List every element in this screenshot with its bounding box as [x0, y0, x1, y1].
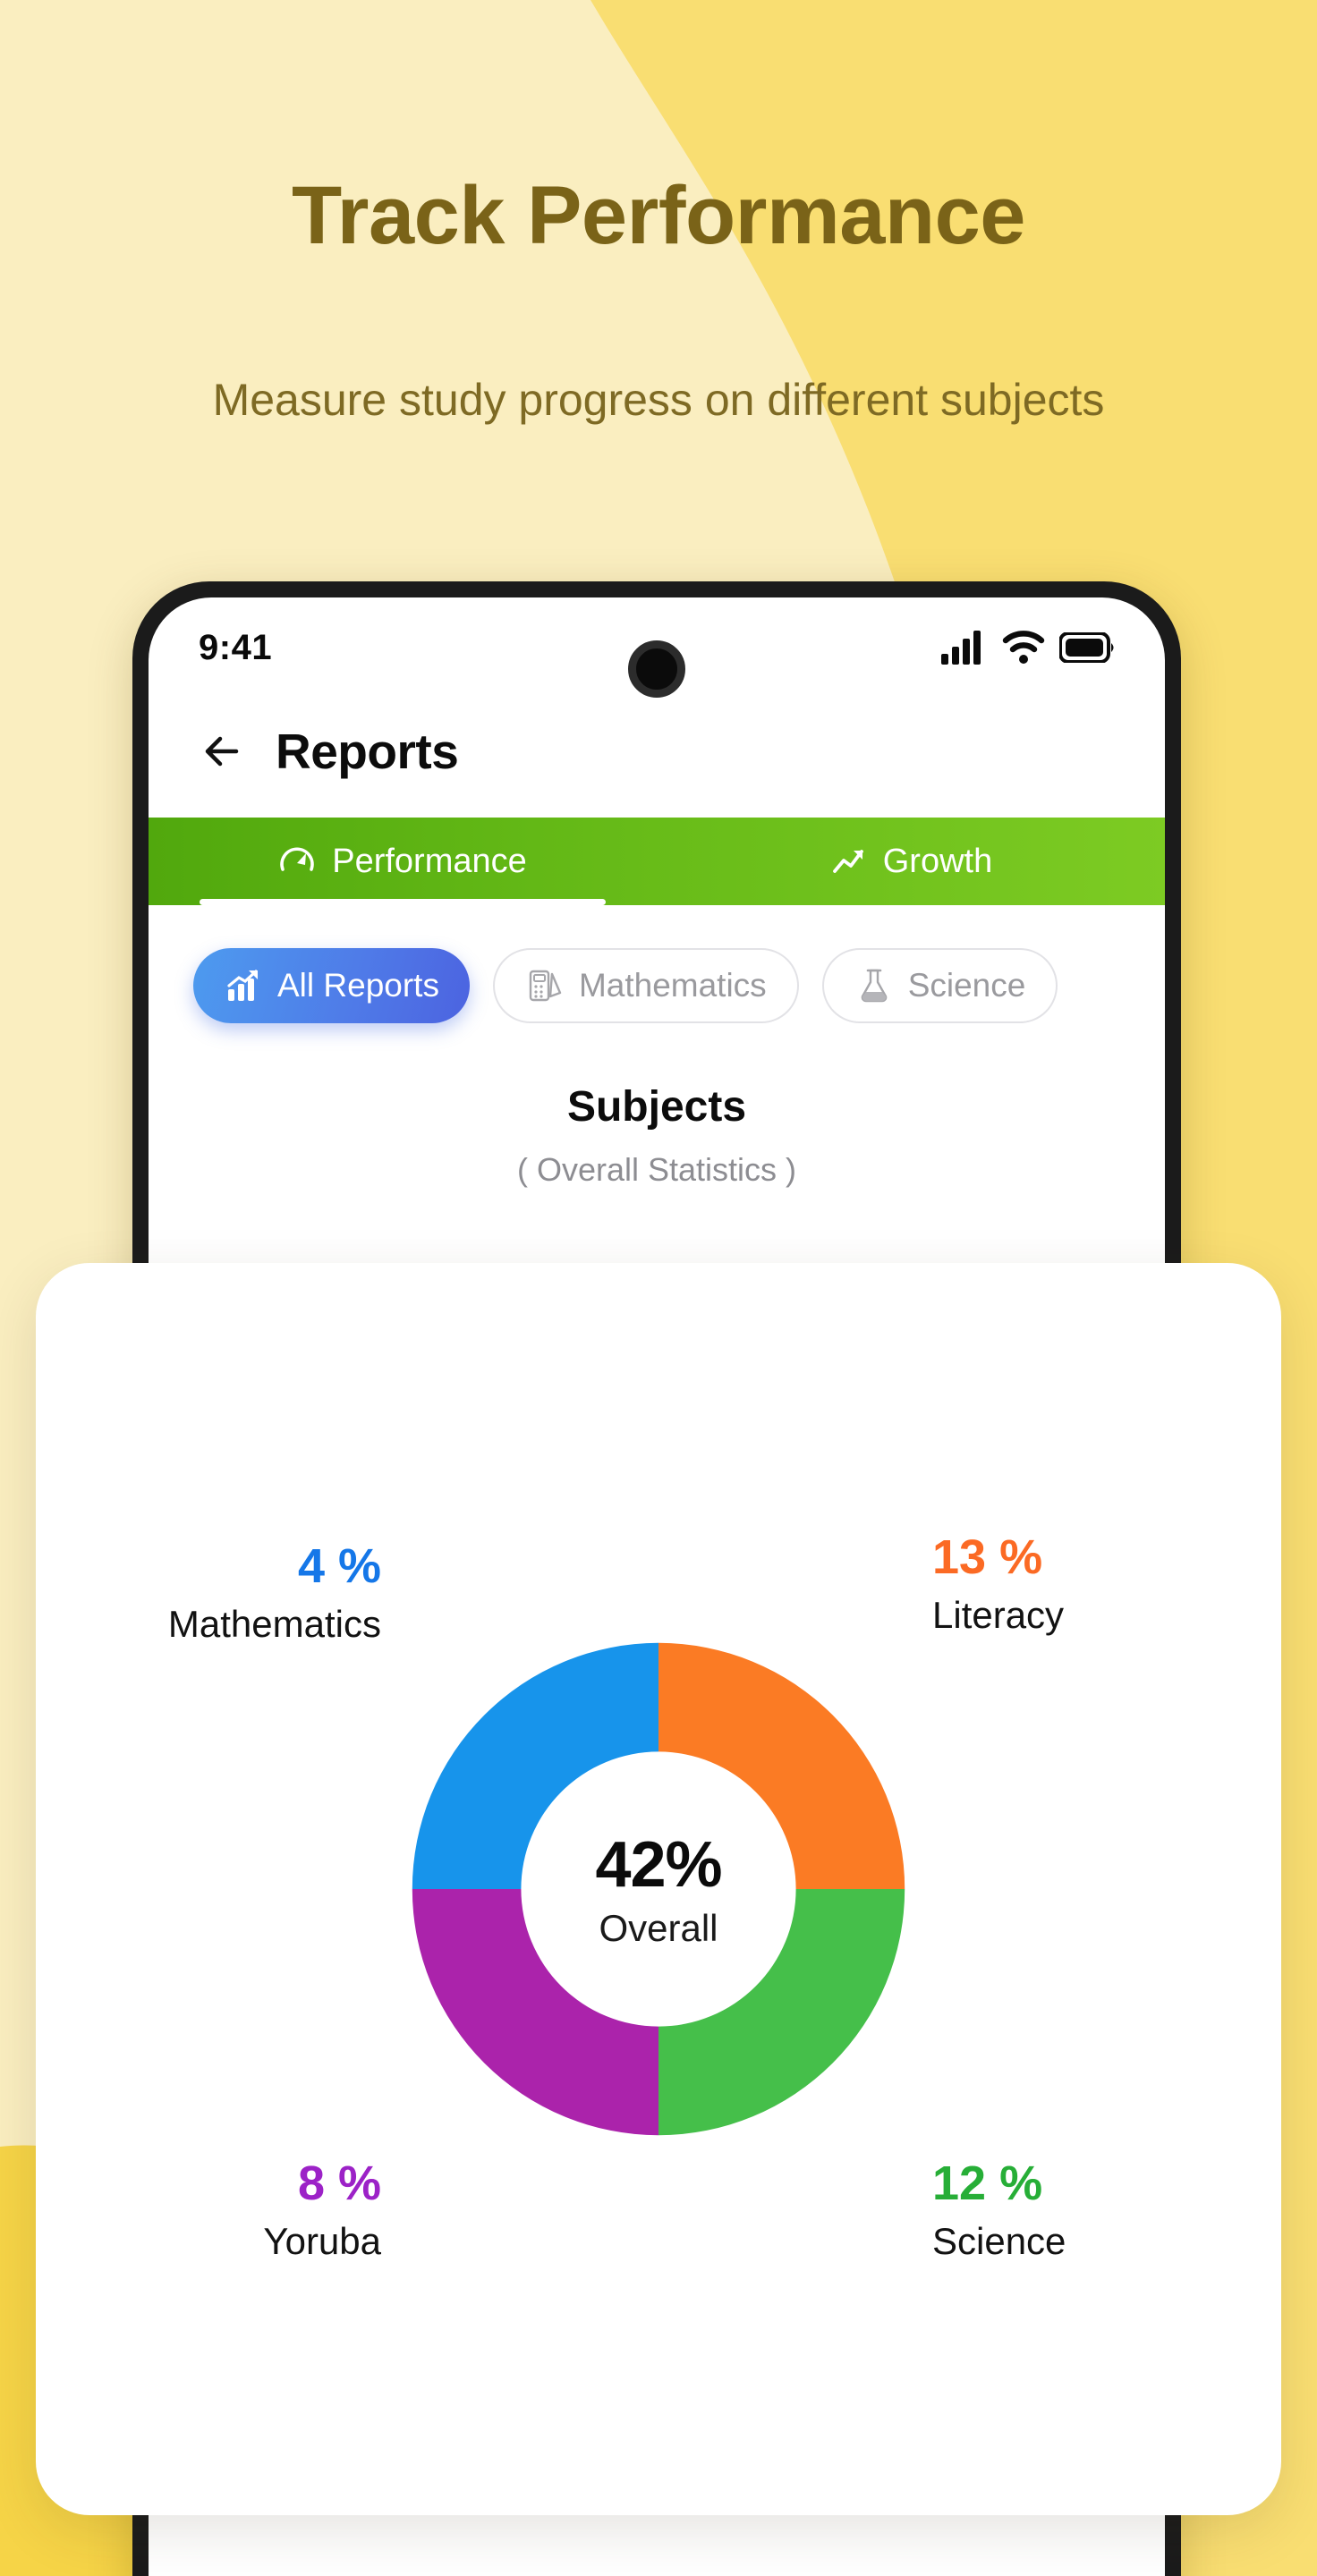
status-bar: 9:41 — [149, 597, 1165, 698]
donut-overall-value: 42% — [595, 1829, 722, 1901]
promo-headline-container: Track Performance — [0, 174, 1317, 257]
tab-growth[interactable]: Growth — [657, 818, 1165, 905]
chip-science[interactable]: Science — [821, 948, 1058, 1023]
donut-overall-label: Overall — [599, 1907, 718, 1949]
subject-filter-chips: All Reports Mathematics Science — [149, 905, 1165, 1023]
calculator-ruler-icon — [529, 970, 562, 1002]
donut-label-mathematics-pct: 4 % — [297, 1539, 381, 1593]
wifi-icon — [1002, 631, 1045, 664]
donut-label-yoruba-name: Yoruba — [263, 2220, 381, 2263]
donut-label-science-name: Science — [932, 2220, 1066, 2263]
subjects-subtitle: ( Overall Statistics ) — [516, 1151, 797, 1188]
promo-headline: Track Performance — [292, 170, 1025, 261]
tab-performance-label: Performance — [332, 842, 527, 880]
chip-all-reports-label: All Reports — [277, 967, 439, 1004]
donut-label-science: 12 % Science — [932, 2157, 1201, 2265]
promo-subheadline-container: Measure study progress on different subj… — [0, 373, 1317, 427]
donut-label-yoruba-pct: 8 % — [297, 2157, 381, 2210]
donut-label-yoruba: 8 % Yoruba — [113, 2157, 381, 2265]
cellular-signal-icon — [941, 631, 981, 665]
report-tab-bar: Performance Growth — [149, 818, 1165, 905]
subjects-title: Subjects — [566, 1083, 747, 1131]
chip-mathematics[interactable]: Mathematics — [492, 948, 799, 1023]
app-bar: Reports — [149, 698, 1165, 818]
battery-full-icon — [1059, 632, 1114, 663]
back-arrow-icon[interactable] — [199, 728, 245, 775]
status-bar-indicators — [941, 631, 1115, 665]
front-camera-punch-hole-icon — [628, 640, 685, 698]
chip-science-label: Science — [907, 967, 1026, 1004]
chip-all-reports[interactable]: All Reports — [193, 948, 470, 1023]
donut-chart-stage: 42% Overall 4 % Mathematics 13 % Literac… — [36, 1263, 1281, 2515]
donut-label-mathematics-name: Mathematics — [167, 1603, 381, 1646]
trend-up-icon — [832, 850, 863, 873]
donut-label-literacy: 13 % Literacy — [932, 1530, 1201, 1639]
page-title: Reports — [276, 724, 459, 779]
subjects-donut-card: 42% Overall 4 % Mathematics 13 % Literac… — [36, 1263, 1281, 2515]
chart-up-icon — [227, 970, 258, 1001]
chip-mathematics-label: Mathematics — [578, 967, 767, 1004]
tab-growth-label: Growth — [882, 842, 993, 880]
status-bar-time: 9:41 — [199, 627, 273, 667]
donut-center-label-group: 42% Overall — [471, 1828, 846, 1950]
promo-subheadline: Measure study progress on different subj… — [212, 375, 1105, 425]
subjects-section-header: Subjects ( Overall Statistics ) — [149, 1023, 1165, 1189]
donut-label-mathematics: 4 % Mathematics — [113, 1539, 381, 1648]
flask-icon — [861, 969, 887, 1003]
donut-label-science-pct: 12 % — [932, 2157, 1043, 2210]
tab-performance[interactable]: Performance — [149, 818, 657, 905]
donut-label-literacy-pct: 13 % — [932, 1530, 1043, 1584]
speedometer-icon — [280, 847, 314, 871]
donut-label-literacy-name: Literacy — [932, 1594, 1065, 1637]
